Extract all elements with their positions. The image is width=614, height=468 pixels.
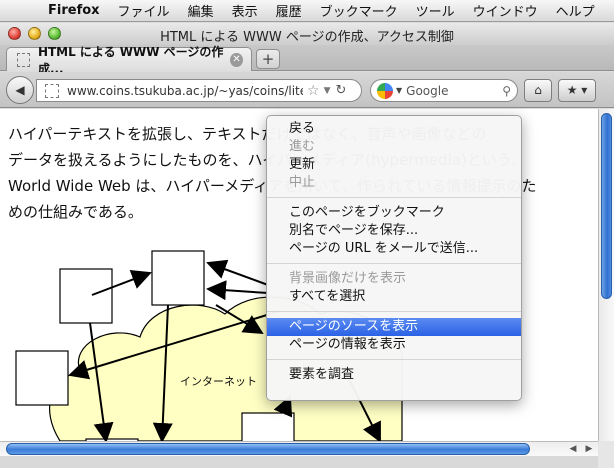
page-box-e (241, 412, 295, 441)
ctx-view-source[interactable]: ページのソースを表示 (267, 318, 521, 336)
ctx-stop: 中止 (289, 175, 316, 190)
page-box-a (59, 268, 113, 324)
ctx-separator (267, 359, 521, 360)
tab-strip: HTML による WWW ページの作成... ✕ + (0, 45, 614, 76)
figure-label-internet: インターネット (180, 375, 257, 388)
scroll-corner (598, 441, 614, 468)
url-bar[interactable]: www.coins.tsukuba.ac.jp/~yas/coins/liter… (36, 79, 362, 102)
search-icon[interactable]: ⚲ (502, 84, 511, 98)
bookmarks-button[interactable]: ★ ▾ (558, 79, 596, 102)
home-button[interactable]: ⌂ (524, 79, 552, 102)
menu-bookmarks[interactable]: ブックマーク (320, 1, 398, 20)
home-icon: ⌂ (534, 83, 542, 97)
close-tab-icon[interactable]: ✕ (230, 52, 243, 67)
bookmarks-icon: ★ ▾ (566, 83, 588, 97)
ctx-inspect-element[interactable]: 要素を調査 (267, 366, 521, 384)
ctx-view-page-info[interactable]: ページの情報を表示 (267, 336, 521, 354)
ctx-separator (267, 311, 521, 312)
horizontal-scroll-thumb[interactable] (6, 443, 530, 455)
context-menu: 戻る 進む 更新 中止 このページをブックマーク 別名でページを保存... ペー… (266, 115, 522, 401)
menu-history[interactable]: 履歴 (276, 1, 302, 20)
ctx-bookmark-page[interactable]: このページをブックマーク (267, 204, 521, 222)
menu-view[interactable]: 表示 (232, 1, 258, 20)
search-engine-dropdown-icon[interactable]: ▼ (396, 86, 402, 95)
ctx-separator (267, 263, 521, 264)
page-box-c (15, 350, 69, 406)
menu-edit[interactable]: 編集 (188, 1, 214, 20)
ctx-save-page-as[interactable]: 別名でページを保存... (267, 222, 521, 240)
ctx-reload[interactable]: 更新 (267, 156, 521, 174)
ctx-forward: 進む (289, 139, 316, 154)
reload-icon[interactable]: ↻ (335, 83, 346, 98)
ctx-view-background: 背景画像だけを表示 (289, 271, 407, 286)
back-arrow-icon: ◀ (15, 83, 25, 97)
back-button[interactable]: ◀ (6, 76, 34, 104)
ctx-separator (267, 197, 521, 198)
menu-file[interactable]: ファイル (118, 1, 170, 20)
vertical-scrollbar[interactable] (598, 109, 614, 441)
menu-app-firefox[interactable]: Firefox (48, 3, 100, 18)
page-box-b (151, 250, 205, 306)
scroll-right-arrow-icon[interactable]: ▶ (582, 443, 596, 455)
search-input[interactable]: Google (406, 84, 448, 98)
star-icon[interactable]: ☆ (307, 83, 320, 99)
menu-window[interactable]: ウインドウ (473, 1, 538, 20)
google-icon[interactable] (377, 82, 393, 99)
vertical-scroll-thumb[interactable] (601, 113, 612, 299)
menu-bar: Firefox ファイル 編集 表示 履歴 ブックマーク ツール ウインドウ ヘ… (0, 0, 614, 22)
menu-help[interactable]: ヘルプ (556, 1, 595, 20)
ctx-back[interactable]: 戻る (267, 120, 521, 138)
tab-current[interactable]: HTML による WWW ページの作成... ✕ (6, 45, 252, 76)
horizontal-scrollbar[interactable]: ◀ ▶ (0, 441, 598, 456)
new-tab-button[interactable]: + (256, 49, 280, 69)
site-identity-icon[interactable] (45, 83, 59, 98)
navigation-toolbar: ◀ www.coins.tsukuba.ac.jp/~yas/coins/lit… (0, 72, 614, 108)
status-bar (0, 456, 598, 468)
menu-tools[interactable]: ツール (416, 1, 455, 20)
url-text[interactable]: www.coins.tsukuba.ac.jp/~yas/coins/liter… (67, 84, 303, 98)
search-bar[interactable]: ▼ Google ⚲ (370, 79, 518, 102)
url-dropdown-icon[interactable]: ▼ (324, 86, 331, 96)
scroll-left-arrow-icon[interactable]: ◀ (566, 443, 580, 455)
ctx-send-link[interactable]: ページの URL をメールで送信... (267, 240, 521, 258)
tab-favicon-icon (17, 52, 30, 67)
ctx-select-all[interactable]: すべてを選択 (267, 288, 521, 306)
